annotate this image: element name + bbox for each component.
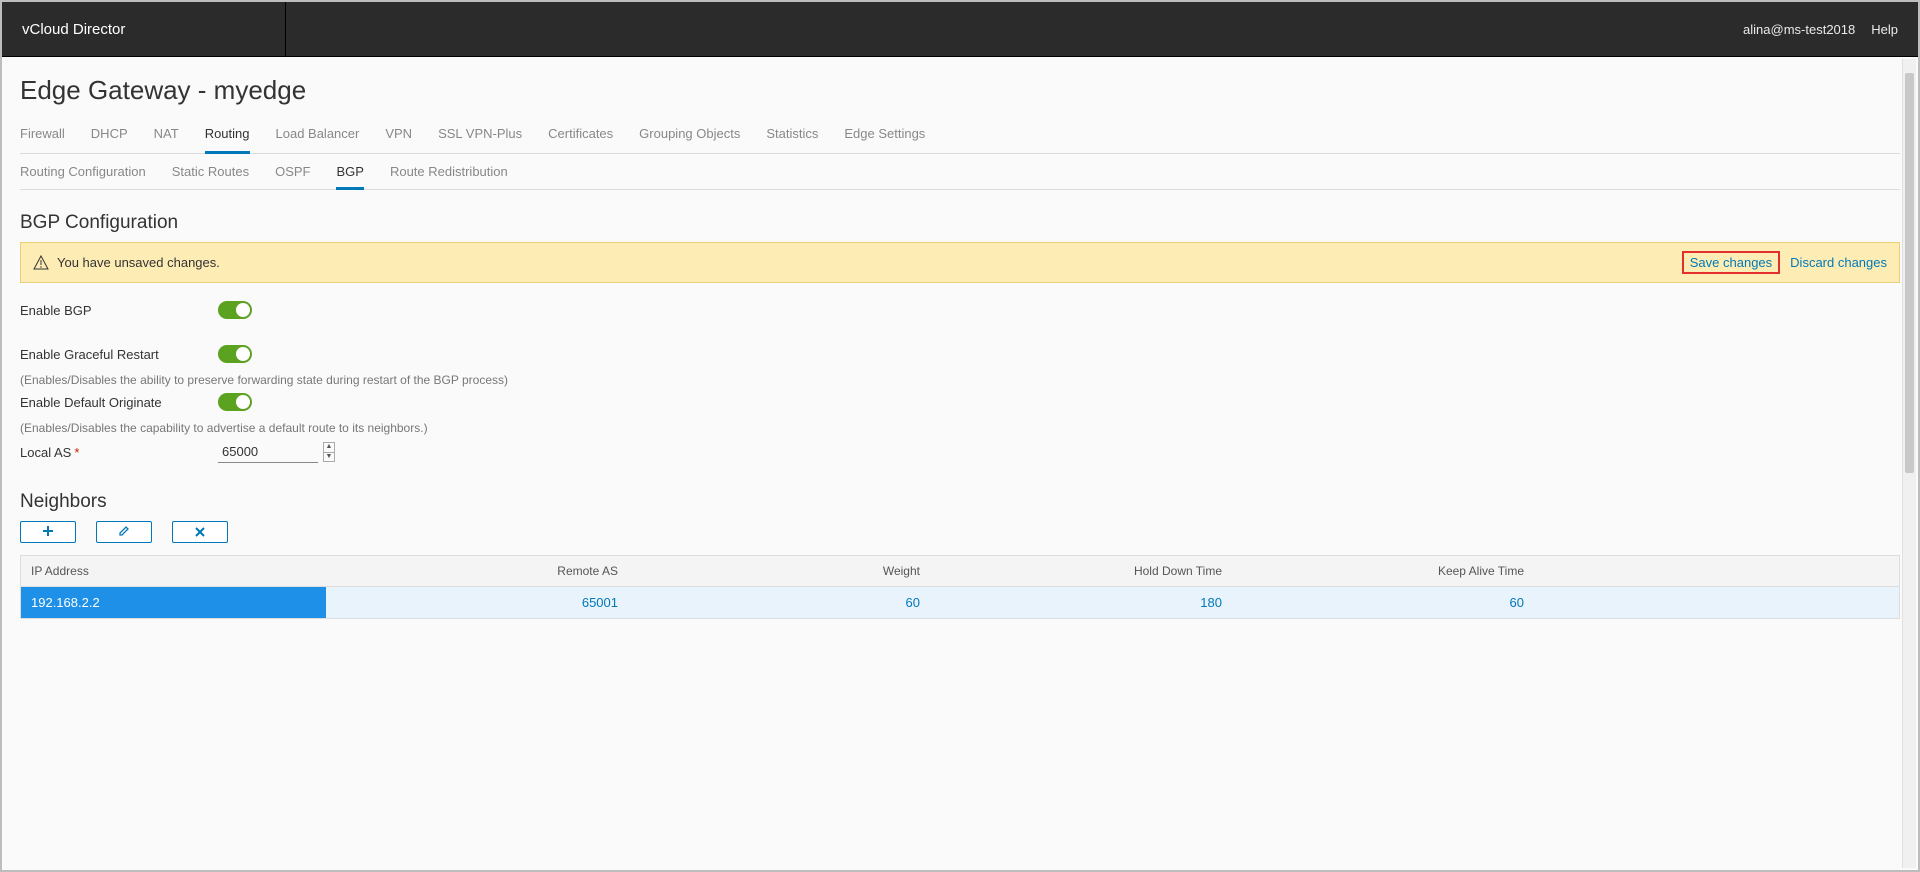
enable-bgp-label: Enable BGP xyxy=(20,303,212,318)
col-weight[interactable]: Weight xyxy=(628,556,930,586)
col-remote-as[interactable]: Remote AS xyxy=(326,556,628,586)
topbar: vCloud Director alina@ms-test2018 Help xyxy=(2,2,1918,57)
section-title-bgp-config: BGP Configuration xyxy=(20,212,1900,234)
local-as-stepper[interactable]: ▲ ▼ xyxy=(323,442,335,462)
alert-message: You have unsaved changes. xyxy=(57,255,220,270)
delete-neighbor-button[interactable] xyxy=(172,521,228,543)
tab-certificates[interactable]: Certificates xyxy=(548,120,613,153)
cell-hold: 180 xyxy=(930,587,1232,618)
stepper-up-icon[interactable]: ▲ xyxy=(324,443,334,453)
cell-ip: 192.168.2.2 xyxy=(21,587,326,618)
enable-bgp-toggle[interactable] xyxy=(218,301,252,319)
default-originate-help: (Enables/Disables the capability to adve… xyxy=(20,421,1900,435)
tab-load-balancer[interactable]: Load Balancer xyxy=(276,120,360,153)
discard-changes-button[interactable]: Discard changes xyxy=(1790,255,1887,270)
table-row[interactable]: 192.168.2.2 65001 60 180 60 xyxy=(21,587,1899,618)
tab-nat[interactable]: NAT xyxy=(154,120,179,153)
tab-vpn[interactable]: VPN xyxy=(385,120,412,153)
help-link[interactable]: Help xyxy=(1871,22,1898,37)
close-icon xyxy=(195,524,205,540)
graceful-restart-help: (Enables/Disables the ability to preserv… xyxy=(20,373,1900,387)
subtab-ospf[interactable]: OSPF xyxy=(275,164,310,189)
neighbors-table: IP Address Remote AS Weight Hold Down Ti… xyxy=(20,555,1900,619)
enable-default-originate-toggle[interactable] xyxy=(218,393,252,411)
cell-keep: 60 xyxy=(1232,587,1534,618)
user-menu[interactable]: alina@ms-test2018 xyxy=(1743,22,1855,37)
unsaved-changes-alert: You have unsaved changes. Save changes D… xyxy=(20,242,1900,283)
col-keep-alive-time[interactable]: Keep Alive Time xyxy=(1232,556,1534,586)
local-as-label: Local AS* xyxy=(20,445,212,460)
cell-remote-as: 65001 xyxy=(326,587,628,618)
content-area: Edge Gateway - myedge Firewall DHCP NAT … xyxy=(2,57,1918,870)
subtab-static-routes[interactable]: Static Routes xyxy=(172,164,249,189)
tab-ssl-vpn-plus[interactable]: SSL VPN-Plus xyxy=(438,120,522,153)
plus-icon xyxy=(42,524,54,540)
brand-title: vCloud Director xyxy=(22,21,145,38)
subtab-bgp[interactable]: BGP xyxy=(336,164,363,190)
enable-graceful-restart-toggle[interactable] xyxy=(218,345,252,363)
tab-routing[interactable]: Routing xyxy=(205,120,250,154)
app-root: vCloud Director alina@ms-test2018 Help E… xyxy=(2,2,1918,870)
tab-statistics[interactable]: Statistics xyxy=(766,120,818,153)
topbar-divider xyxy=(285,2,286,57)
section-title-neighbors: Neighbors xyxy=(20,491,1900,513)
page-title: Edge Gateway - myedge xyxy=(20,75,1900,106)
tab-edge-settings[interactable]: Edge Settings xyxy=(844,120,925,153)
subtab-routing-config[interactable]: Routing Configuration xyxy=(20,164,146,189)
tab-dhcp[interactable]: DHCP xyxy=(91,120,128,153)
enable-default-originate-label: Enable Default Originate xyxy=(20,395,212,410)
enable-graceful-restart-label: Enable Graceful Restart xyxy=(20,347,212,362)
required-asterisk: * xyxy=(74,445,79,460)
col-hold-down-time[interactable]: Hold Down Time xyxy=(930,556,1232,586)
local-as-input[interactable] xyxy=(218,441,318,463)
scrollbar-thumb[interactable] xyxy=(1905,73,1914,473)
stepper-down-icon[interactable]: ▼ xyxy=(324,453,334,462)
tabs-secondary: Routing Configuration Static Routes OSPF… xyxy=(20,154,1900,190)
warning-icon xyxy=(33,255,49,271)
edit-neighbor-button[interactable] xyxy=(96,521,152,543)
table-header: IP Address Remote AS Weight Hold Down Ti… xyxy=(21,556,1899,587)
col-ip-address[interactable]: IP Address xyxy=(21,556,326,586)
subtab-route-redistribution[interactable]: Route Redistribution xyxy=(390,164,508,189)
vertical-scrollbar[interactable] xyxy=(1902,59,1916,868)
add-neighbor-button[interactable] xyxy=(20,521,76,543)
tab-grouping-objects[interactable]: Grouping Objects xyxy=(639,120,740,153)
save-changes-button[interactable]: Save changes xyxy=(1682,251,1780,274)
tab-firewall[interactable]: Firewall xyxy=(20,120,65,153)
cell-weight: 60 xyxy=(628,587,930,618)
tabs-primary: Firewall DHCP NAT Routing Load Balancer … xyxy=(20,120,1900,154)
edit-icon xyxy=(118,524,130,540)
